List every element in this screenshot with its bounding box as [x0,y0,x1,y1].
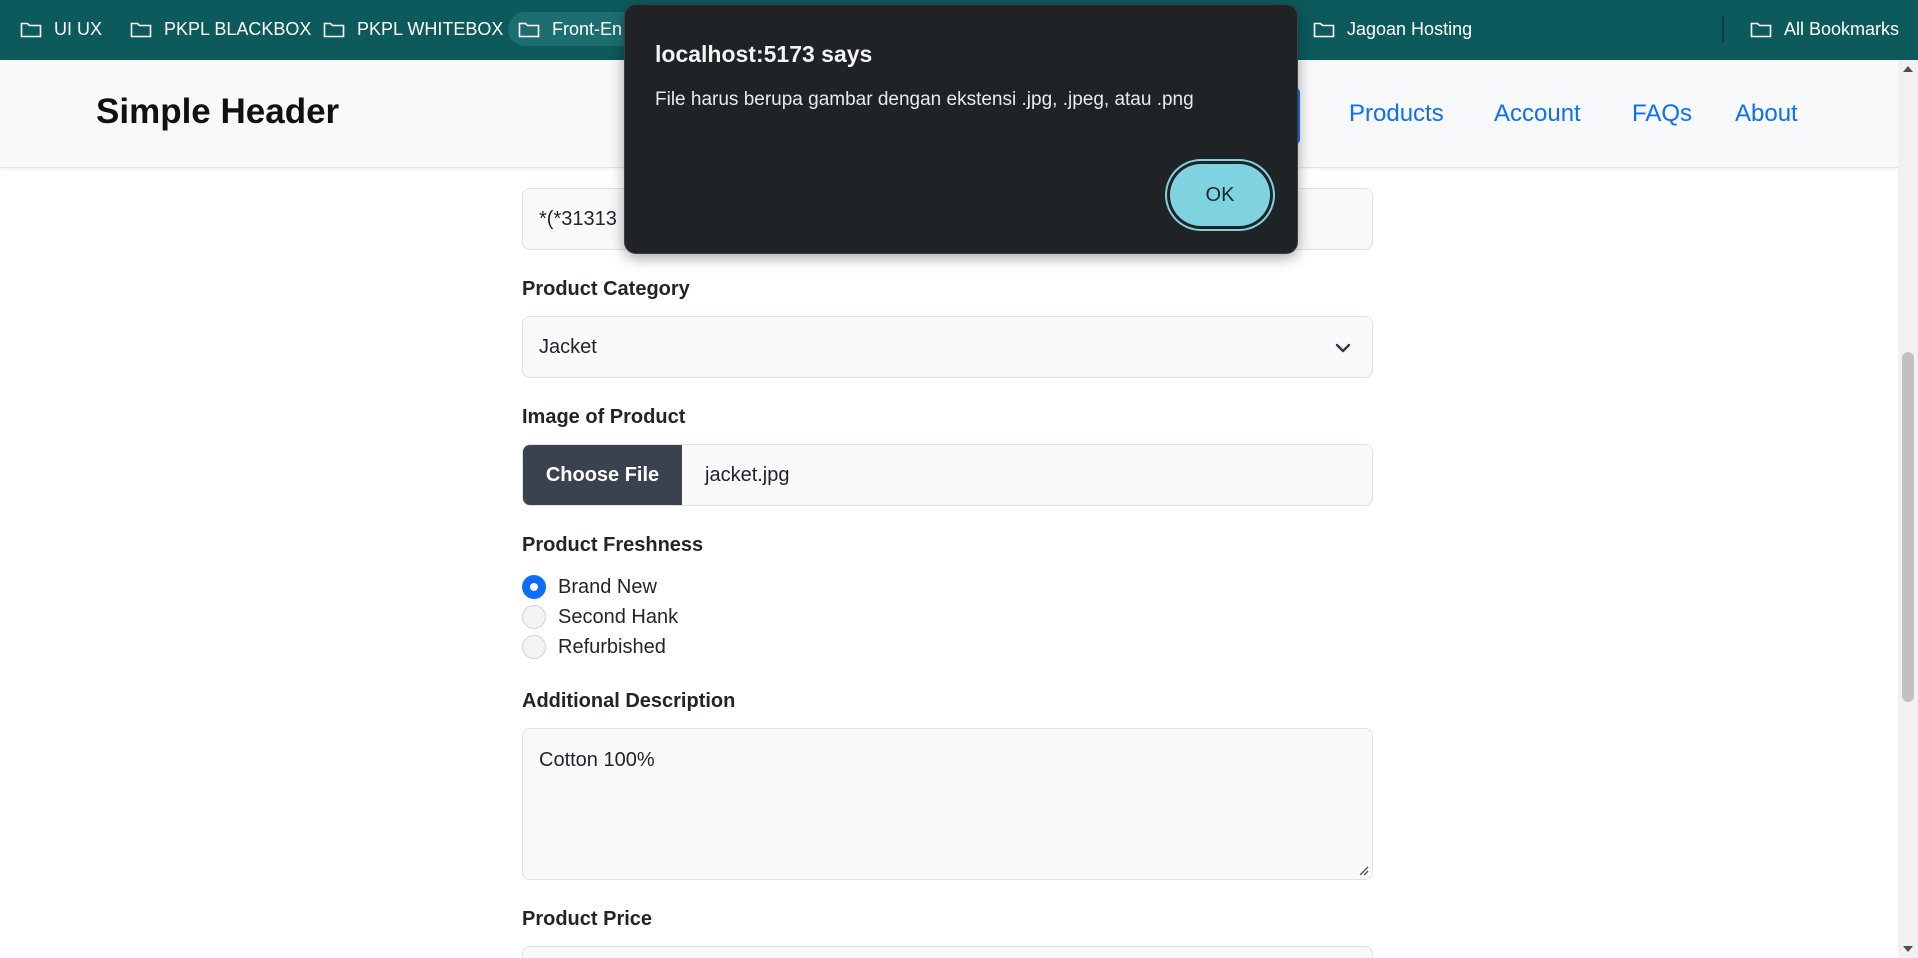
chevron-down-icon [1335,343,1351,353]
radio-second-hank[interactable]: Second Hank [522,605,678,629]
bookmark-pkpl-blackbox[interactable]: PKPL BLACKBOX [120,12,321,46]
file-name: jacket.jpg [705,463,790,486]
description-label: Additional Description [522,690,736,712]
radio-refurbished[interactable]: Refurbished [522,635,666,659]
resize-handle-icon[interactable] [1357,864,1369,876]
bookmark-label: Jagoan Hosting [1347,18,1473,39]
category-select[interactable]: Jacket [522,316,1373,378]
bookmark-pkpl-whitebox[interactable]: PKPL WHITEBOX [313,12,513,46]
image-label: Image of Product [522,406,686,428]
bookmark-label: PKPL BLACKBOX [164,18,312,39]
nav-products[interactable]: Products [1349,100,1444,128]
nav-about[interactable]: About [1735,100,1798,128]
radio-button[interactable] [522,575,546,599]
radio-label: Brand New [558,575,657,598]
choose-file-button[interactable]: Choose File [523,445,682,505]
freshness-label: Product Freshness [522,534,704,556]
folder-icon [20,22,42,37]
scroll-up-arrow-icon[interactable] [1903,66,1913,72]
category-selected-value: Jacket [539,335,597,358]
image-file-input[interactable]: Choose File jacket.jpg [522,444,1373,506]
scroll-thumb[interactable] [1902,352,1914,702]
alert-dialog: localhost:5173 says File harus berupa ga… [624,4,1298,254]
page-scrollbar[interactable] [1898,60,1918,958]
description-value: Cotton 100% [539,749,655,771]
bookmark-label: Front-En [552,18,623,39]
scroll-down-arrow-icon[interactable] [1903,946,1913,952]
radio-label: Refurbished [558,635,666,658]
product-name-value: *(*31313 [539,207,617,230]
dialog-title: localhost:5173 says [655,41,873,67]
radio-button[interactable] [522,635,546,659]
bookmarks-separator [1722,16,1724,42]
price-label: Product Price [522,908,653,930]
bookmark-jagoan-hosting[interactable]: Jagoan Hosting [1303,12,1482,46]
bookmark-ui-ux[interactable]: UI UX [10,12,112,46]
all-bookmarks-button[interactable]: All Bookmarks [1740,12,1909,46]
description-textarea[interactable]: Cotton 100% [522,728,1373,880]
all-bookmarks-label: All Bookmarks [1784,18,1900,39]
folder-icon [323,22,345,37]
folder-icon [518,22,540,37]
brand-title[interactable]: Simple Header [96,92,339,132]
bookmark-label: PKPL WHITEBOX [357,18,504,39]
bookmark-label: UI UX [54,18,103,39]
dialog-message: File harus berupa gambar dengan ekstensi… [655,89,1194,110]
nav-faqs[interactable]: FAQs [1632,100,1692,128]
ok-button[interactable]: OK [1170,164,1270,226]
category-label: Product Category [522,278,690,300]
folder-icon [1313,22,1335,37]
radio-label: Second Hank [558,605,679,628]
radio-brand-new[interactable]: Brand New [522,575,657,599]
nav-account[interactable]: Account [1494,100,1581,128]
price-input[interactable] [522,946,1373,958]
folder-icon [1750,22,1772,37]
folder-icon [130,22,152,37]
radio-button[interactable] [522,605,546,629]
